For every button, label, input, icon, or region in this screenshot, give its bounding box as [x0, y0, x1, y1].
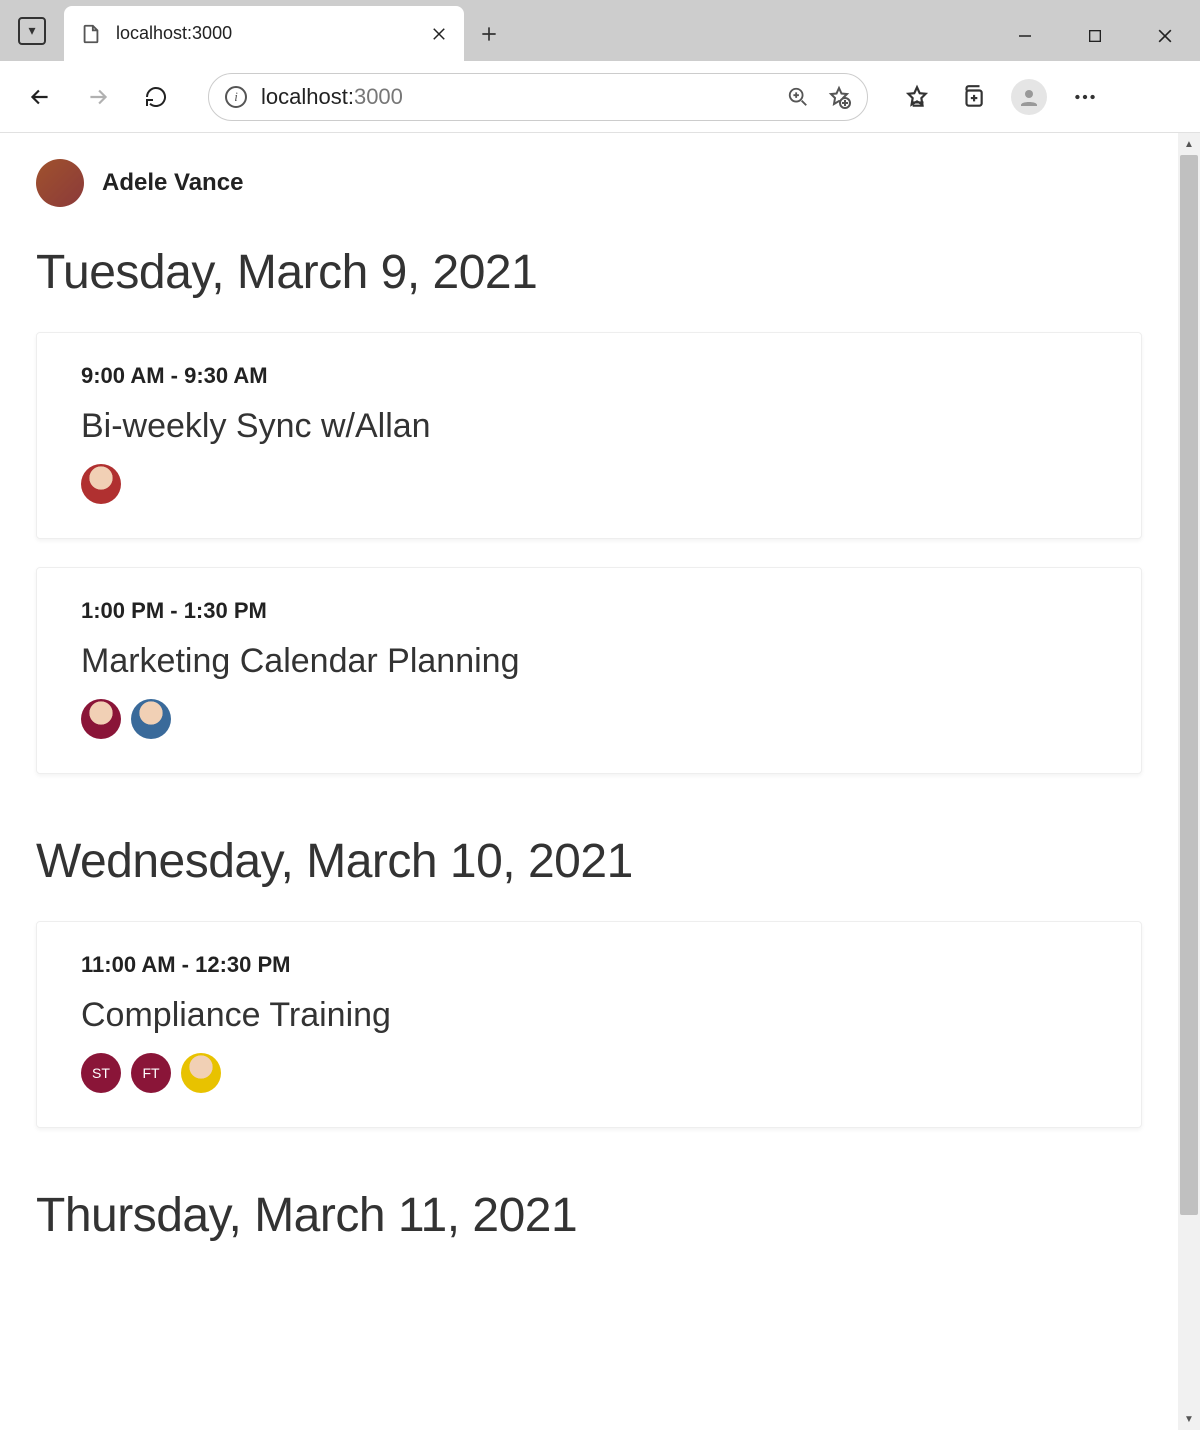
day-heading: Thursday, March 11, 2021: [36, 1188, 1142, 1243]
avatar: [36, 159, 84, 207]
day-block: Tuesday, March 9, 2021 9:00 AM - 9:30 AM B…: [36, 245, 1142, 774]
address-bar[interactable]: i localhost:3000: [208, 73, 868, 121]
attendee-initials: ST: [81, 1053, 121, 1093]
event-time: 9:00 AM - 9:30 AM: [81, 363, 1097, 389]
day-block: Wednesday, March 10, 2021 11:00 AM - 12:3…: [36, 834, 1142, 1128]
favorites-button[interactable]: [894, 74, 940, 120]
profile-icon: [1011, 79, 1047, 115]
close-window-button[interactable]: [1130, 16, 1200, 56]
event-card[interactable]: 1:00 PM - 1:30 PM Marketing Calendar Plan…: [36, 567, 1142, 774]
event-title: Compliance Training: [81, 996, 1097, 1035]
url-port: 3000: [354, 84, 403, 109]
attendee-avatar: [131, 699, 171, 739]
attendee-list: [81, 699, 1097, 739]
scroll-down-button[interactable]: ▼: [1178, 1408, 1200, 1430]
site-info-icon[interactable]: i: [225, 86, 247, 108]
url-host: localhost:: [261, 84, 354, 109]
browser-chrome: ▾ localhost:3000: [0, 0, 1200, 133]
attendee-avatar: [181, 1053, 221, 1093]
new-tab-button[interactable]: [464, 6, 514, 61]
url-text: localhost:3000: [261, 84, 403, 110]
attendee-list: STFT: [81, 1053, 1097, 1093]
back-button[interactable]: [14, 71, 66, 123]
event-card[interactable]: 11:00 AM - 12:30 PM Compliance Training ST…: [36, 921, 1142, 1128]
attendee-list: [81, 464, 1097, 504]
event-card[interactable]: 9:00 AM - 9:30 AM Bi-weekly Sync w/Allan: [36, 332, 1142, 539]
event-time: 1:00 PM - 1:30 PM: [81, 598, 1097, 624]
browser-toolbar: i localhost:3000: [0, 61, 1200, 133]
tab-actions-icon: ▾: [18, 17, 46, 45]
page-content: Adele Vance Tuesday, March 9, 2021 9:00 A…: [0, 133, 1178, 1430]
event-title: Marketing Calendar Planning: [81, 642, 1097, 681]
forward-button[interactable]: [72, 71, 124, 123]
more-button[interactable]: [1062, 74, 1108, 120]
day-block: Thursday, March 11, 2021: [36, 1188, 1142, 1243]
close-tab-button[interactable]: [430, 25, 448, 43]
attendee-avatar: [81, 699, 121, 739]
attendee-initials: FT: [131, 1053, 171, 1093]
scroll-thumb[interactable]: [1180, 155, 1198, 1215]
collections-button[interactable]: [950, 74, 996, 120]
page-icon: [80, 23, 102, 45]
refresh-button[interactable]: [130, 71, 182, 123]
day-heading: Wednesday, March 10, 2021: [36, 834, 1142, 889]
minimize-button[interactable]: [990, 16, 1060, 56]
vertical-scrollbar[interactable]: ▲ ▼: [1178, 133, 1200, 1430]
user-header: Adele Vance: [36, 159, 1142, 207]
add-favorite-icon[interactable]: [827, 85, 851, 109]
user-name: Adele Vance: [102, 169, 243, 197]
day-heading: Tuesday, March 9, 2021: [36, 245, 1142, 300]
window-controls: [990, 6, 1200, 61]
attendee-avatar: [81, 464, 121, 504]
zoom-icon[interactable]: [787, 86, 809, 108]
browser-tab[interactable]: localhost:3000: [64, 6, 464, 61]
event-title: Bi-weekly Sync w/Allan: [81, 407, 1097, 446]
tab-title: localhost:3000: [116, 23, 416, 44]
tab-actions-button[interactable]: ▾: [0, 0, 64, 61]
profile-button[interactable]: [1006, 74, 1052, 120]
maximize-button[interactable]: [1060, 16, 1130, 56]
scroll-up-button[interactable]: ▲: [1178, 133, 1200, 155]
tab-strip: ▾ localhost:3000: [0, 0, 1200, 61]
event-time: 11:00 AM - 12:30 PM: [81, 952, 1097, 978]
